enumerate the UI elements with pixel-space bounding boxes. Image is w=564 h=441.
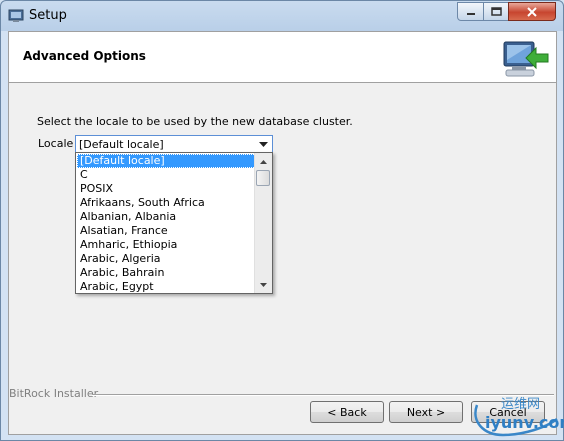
page-title: Advanced Options bbox=[23, 49, 146, 63]
wizard-panel: Advanced Options Select the locale to be… bbox=[8, 31, 557, 435]
next-button[interactable]: Next > bbox=[389, 401, 463, 423]
title-bar[interactable]: Setup bbox=[1, 1, 563, 31]
locale-option[interactable]: Arabic, Bahrain bbox=[77, 266, 256, 280]
close-button[interactable] bbox=[508, 2, 556, 21]
installer-label: BitRock Installer bbox=[9, 387, 99, 400]
watermark-url: iyunv.com bbox=[485, 413, 564, 432]
locale-option[interactable]: POSIX bbox=[77, 182, 256, 196]
locale-option[interactable]: Alsatian, France bbox=[77, 224, 256, 238]
back-button[interactable]: < Back bbox=[310, 401, 384, 423]
locale-dropdown-list: [Default locale] C POSIX Afrikaans, Sout… bbox=[75, 152, 273, 294]
app-icon bbox=[8, 9, 24, 22]
site-watermark: 运维网 iyunv.com bbox=[469, 393, 564, 441]
dropdown-scrollbar[interactable] bbox=[254, 153, 272, 293]
minimize-icon bbox=[466, 12, 475, 15]
chevron-down-icon bbox=[259, 142, 268, 147]
locale-option[interactable]: Amharic, Ethiopia bbox=[77, 238, 256, 252]
scroll-thumb[interactable] bbox=[256, 170, 270, 186]
watermark-text: 运维网 bbox=[501, 397, 541, 412]
locale-label: Locale bbox=[38, 137, 74, 150]
locale-option[interactable]: Albanian, Albania bbox=[77, 210, 256, 224]
scroll-up-button[interactable] bbox=[255, 153, 272, 170]
locale-select-value: [Default locale] bbox=[79, 138, 164, 151]
locale-option[interactable]: Arabic, Egypt bbox=[77, 280, 256, 294]
locale-prompt: Select the locale to be used by the new … bbox=[37, 115, 353, 128]
locale-option[interactable]: Afrikaans, South Africa bbox=[77, 196, 256, 210]
install-monitor-icon bbox=[503, 41, 549, 77]
setup-window: Setup Advanced Options Select the locale… bbox=[0, 0, 564, 441]
wizard-header: Advanced Options bbox=[9, 32, 556, 83]
close-icon bbox=[527, 6, 537, 17]
scroll-up-icon bbox=[260, 159, 267, 164]
locale-option[interactable]: [Default locale] bbox=[77, 154, 256, 168]
locale-option[interactable]: Arabic, Algeria bbox=[77, 252, 256, 266]
window-title: Setup bbox=[29, 8, 67, 23]
maximize-button[interactable] bbox=[483, 2, 509, 21]
locale-options: [Default locale] C POSIX Afrikaans, Sout… bbox=[77, 154, 256, 294]
minimize-button[interactable] bbox=[457, 2, 484, 21]
locale-select-toggle[interactable] bbox=[255, 136, 272, 153]
scroll-down-icon bbox=[260, 282, 267, 287]
maximize-icon bbox=[490, 7, 502, 16]
locale-option[interactable]: C bbox=[77, 168, 256, 182]
scroll-down-button[interactable] bbox=[255, 276, 272, 293]
